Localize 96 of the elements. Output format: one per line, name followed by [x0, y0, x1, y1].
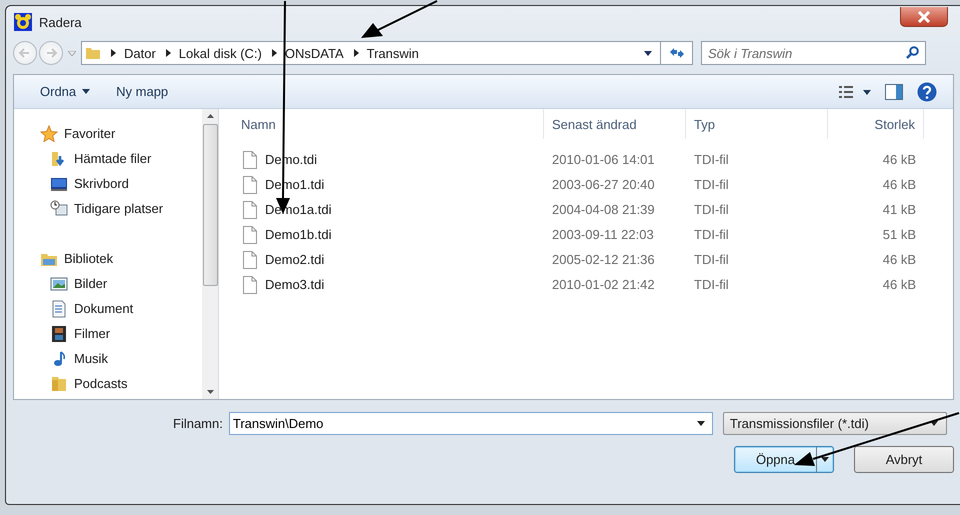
chevron-icon [166, 49, 171, 57]
navigation-label: Bibliotek [64, 251, 114, 266]
navigation-item[interactable]: Bibliotek [14, 246, 202, 271]
app-icon [14, 13, 32, 31]
file-name[interactable]: Demo1b.tdi [265, 227, 332, 242]
star-icon [40, 124, 58, 142]
caret-icon [821, 457, 829, 462]
navigation-label: Filmer [74, 326, 110, 341]
navigation-item[interactable]: Tidigare platser [14, 196, 202, 221]
chevron-icon [354, 49, 359, 57]
file-type-dropdown[interactable]: Transmissionsfiler (*.tdi) [722, 412, 947, 434]
file-name-label: Filnamn: [173, 416, 223, 430]
scroll-down-icon[interactable] [206, 390, 214, 394]
search-field[interactable]: Sök i Transwin [701, 41, 926, 65]
type-cell-text: TDI-fil [693, 251, 730, 269]
open-button[interactable]: Öppna [734, 446, 834, 473]
navigation-label: Bilder [74, 276, 108, 291]
date-cell-text: 2010-01-06 14:01 [551, 151, 656, 169]
type-cell-text: TDI-fil [693, 151, 730, 169]
type-cell-text: TDI-fil [693, 276, 730, 294]
file-icon [243, 250, 257, 268]
toolbar-button[interactable]: Ny mapp [110, 82, 174, 101]
address-bar[interactable]: Dator Lokal disk (C:) ONsDATA Transwin [81, 41, 661, 65]
cancel-button[interactable]: Avbryt [854, 446, 954, 473]
back-arrow-icon [18, 46, 32, 60]
breadcrumb-item[interactable]: ONsDATA [284, 46, 344, 60]
preview-pane-icon[interactable] [885, 84, 903, 100]
navigation-label: Favoriter [64, 126, 116, 141]
file-icon [243, 150, 257, 168]
size-cell-text: 46 kB [882, 151, 917, 169]
size-cell-text: 46 kB [882, 251, 917, 269]
navigation-item[interactable]: Favoriter [14, 121, 202, 146]
window-title: Radera [39, 14, 82, 30]
dropdown-caret-icon[interactable] [644, 50, 652, 56]
toolbar-button[interactable]: Ordna [34, 82, 96, 101]
view-options-icon[interactable] [839, 86, 871, 98]
navigation-item[interactable]: Filmer [14, 321, 202, 346]
column-header[interactable]: Namn [219, 109, 544, 139]
navigation-item[interactable]: Skrivbord [14, 171, 202, 196]
breadcrumb-item[interactable]: Dator [124, 46, 156, 60]
close-icon [917, 10, 931, 22]
scrollbar-thumb[interactable] [202, 124, 218, 286]
chevron-icon [272, 49, 277, 57]
navigation-item[interactable]: Dokument [14, 296, 202, 321]
folder-icon [85, 45, 101, 61]
date-cell-text: 2003-09-11 22:03 [551, 226, 655, 244]
folder-icon [50, 374, 68, 392]
size-cell-text: 41 kB [882, 201, 917, 219]
type-cell-text: TDI-fil [693, 226, 730, 244]
navigation-label: Musik [74, 351, 108, 366]
file-icon [243, 226, 257, 244]
column-header[interactable]: Storlek [828, 109, 924, 139]
close-button[interactable] [900, 7, 948, 27]
date-cell-text: 2010-01-02 21:42 [551, 276, 656, 294]
navigation-item[interactable]: Musik [14, 346, 202, 371]
forward-arrow-icon [44, 46, 58, 60]
recent-icon [50, 200, 68, 218]
date-cell-text: 2004-04-08 21:39 [551, 201, 656, 219]
search-icon [906, 46, 919, 59]
navigation-label: Hämtade filer [74, 151, 152, 166]
date-cell-text: 2003-06-27 20:40 [551, 176, 656, 194]
size-cell-text: 51 kB [882, 226, 917, 244]
type-cell-text: TDI-fil [693, 201, 730, 219]
size-cell-text: 46 kB [882, 176, 917, 194]
navigation-label: Dokument [74, 301, 134, 316]
pictures-icon [50, 274, 68, 292]
file-name[interactable]: Demo2.tdi [265, 252, 324, 267]
refresh-icon [668, 47, 684, 59]
column-header[interactable]: Typ [686, 109, 828, 139]
caret-icon [68, 50, 76, 56]
refresh-button[interactable] [661, 41, 693, 65]
file-icon [243, 276, 257, 294]
dropdown-caret-icon [930, 420, 938, 426]
column-header[interactable]: Senast ändrad [544, 109, 686, 139]
date-cell-text: 2005-02-12 21:36 [551, 251, 656, 269]
navigation-item[interactable]: Bilder [14, 271, 202, 296]
document-icon [50, 300, 68, 318]
file-name-field[interactable]: Transwin\Demo [228, 412, 713, 434]
chevron-icon [111, 49, 116, 57]
type-cell-text: TDI-fil [693, 176, 730, 194]
navigation-label: Skrivbord [74, 176, 129, 191]
navigation-item[interactable]: Podcasts [14, 371, 202, 396]
size-cell-text: 46 kB [882, 276, 917, 294]
file-icon [243, 200, 257, 218]
breadcrumb-item[interactable]: Transwin [366, 46, 419, 60]
breadcrumb-item[interactable]: Lokal disk (C:) [178, 46, 262, 60]
file-icon [243, 176, 257, 194]
dropdown-caret-icon[interactable] [696, 420, 705, 426]
file-name[interactable]: Demo3.tdi [265, 277, 324, 292]
navigation-item[interactable]: Hämtade filer [14, 146, 202, 171]
navigation-label: Tidigare platser [74, 201, 164, 216]
navigation-label: Podcasts [74, 376, 128, 391]
scrollbar[interactable] [202, 109, 218, 399]
scroll-up-icon[interactable] [206, 114, 214, 118]
help-icon[interactable] [917, 82, 937, 102]
film-icon [50, 324, 68, 342]
